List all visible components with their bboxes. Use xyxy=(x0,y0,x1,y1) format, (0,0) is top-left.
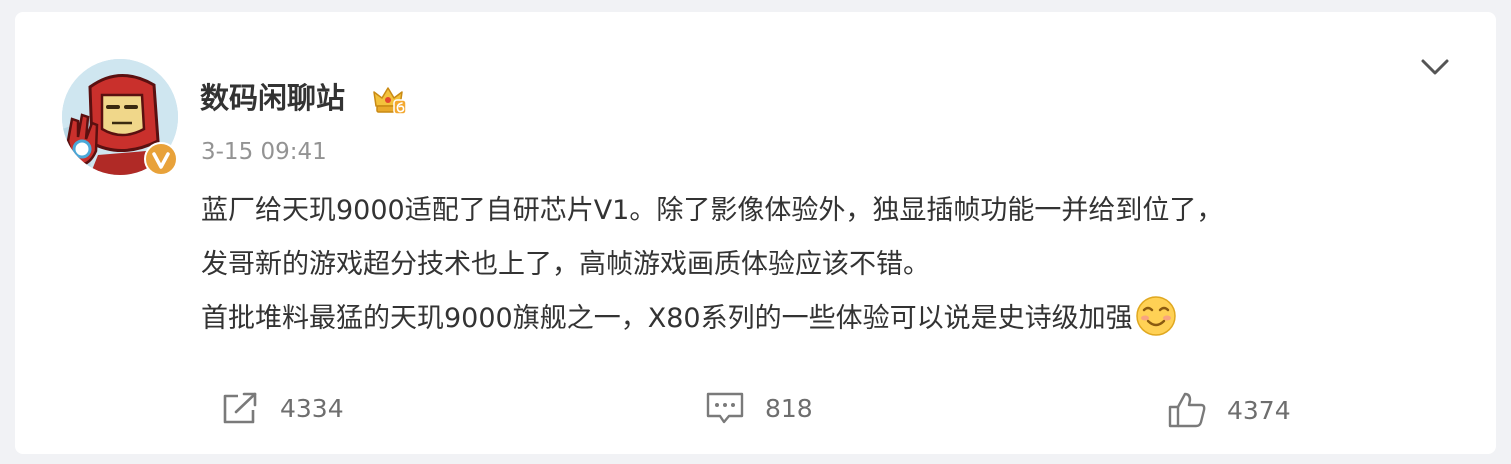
post-text-line: 发哥新的游戏超分技术也上了，高帧游戏画质体验应该不错。 xyxy=(201,249,930,280)
like-count: 4374 xyxy=(1227,395,1291,425)
crown-icon[interactable] xyxy=(372,84,408,116)
repost-count: 4334 xyxy=(280,393,344,423)
smiley-icon xyxy=(1135,295,1177,337)
post-menu-button[interactable] xyxy=(1415,52,1455,82)
thumbs-up-icon xyxy=(1168,392,1206,428)
author-name[interactable]: 数码闲聊站 xyxy=(200,78,345,118)
verified-v-icon xyxy=(152,152,170,169)
comment-button[interactable]: 818 xyxy=(705,386,813,430)
verified-badge xyxy=(144,142,178,176)
comment-icon xyxy=(706,392,744,424)
post-text-line: 蓝厂给天玑9000适配了自研芯片V1。除了影像体验外，独显插帧功能一并给到位了， xyxy=(201,195,1224,226)
post-text-line: 首批堆料最猛的天玑9000旗舰之一，X80系列的一些体验可以说是史诗级加强 xyxy=(201,292,1451,346)
share-icon xyxy=(223,392,257,424)
chevron-down-icon xyxy=(1421,59,1449,75)
post-text-segment: 首批堆料最猛的天玑9000旗舰之一，X80系列的一些体验可以说是史诗级加强 xyxy=(201,303,1133,334)
repost-button[interactable]: 4334 xyxy=(220,386,344,430)
post-timestamp[interactable]: 3-15 09:41 xyxy=(201,136,327,168)
post-text: 蓝厂给天玑9000适配了自研芯片V1。除了影像体验外，独显插帧功能一并给到位了，… xyxy=(201,184,1451,346)
post-card: 数码闲聊站 3-15 09:41 蓝厂给天玑9000适配了自研芯片V1。除了影像… xyxy=(15,12,1496,454)
like-button[interactable]: 4374 xyxy=(1167,388,1291,432)
comment-count: 818 xyxy=(765,393,813,423)
